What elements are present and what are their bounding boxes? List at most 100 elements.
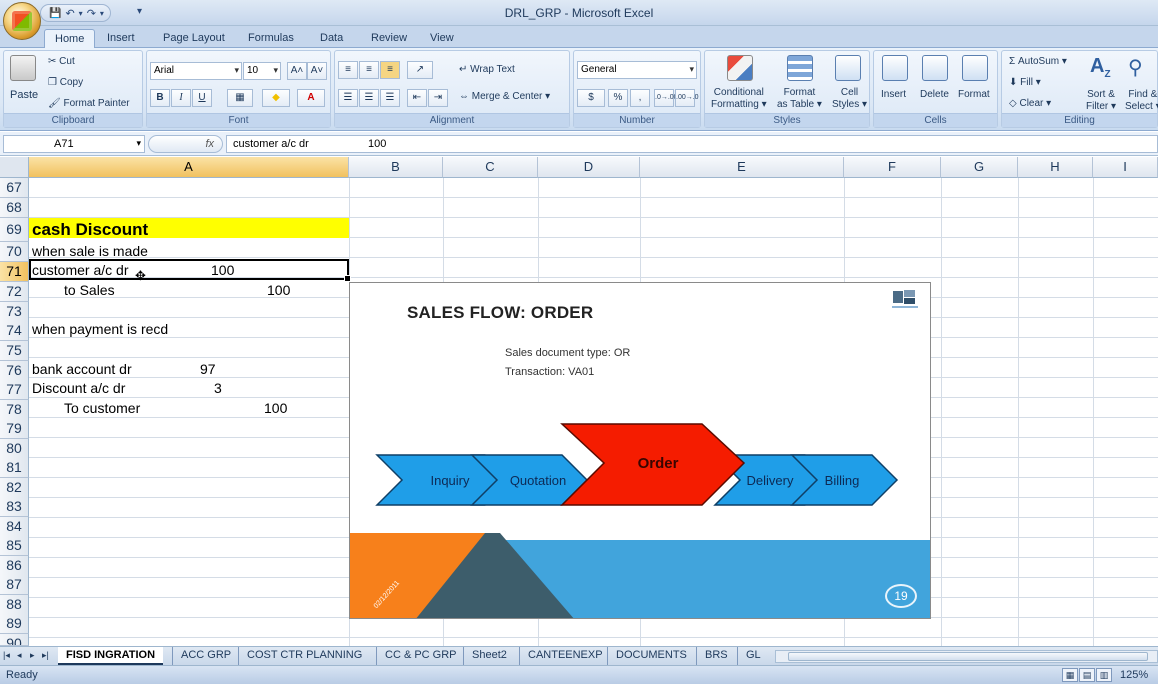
- paste-icon[interactable]: [10, 55, 36, 81]
- row-header[interactable]: 80: [0, 439, 29, 459]
- row-header[interactable]: 89: [0, 614, 29, 634]
- row-header[interactable]: 78: [0, 400, 29, 420]
- currency-button[interactable]: $: [577, 89, 605, 107]
- sort-filter-icon[interactable]: AZ: [1090, 55, 1111, 80]
- font-name-combo[interactable]: Arial: [150, 62, 242, 80]
- embedded-slide-image[interactable]: SALES FLOW: ORDER Sales document type: O…: [349, 282, 931, 619]
- first-sheet-icon[interactable]: |◂: [3, 650, 10, 661]
- align-right-icon[interactable]: ☰: [380, 89, 400, 107]
- cell-styles-button[interactable]: Cell Styles ▾: [832, 87, 867, 111]
- cut-button[interactable]: ✂ Cut: [48, 56, 75, 67]
- sheet-tab-gl[interactable]: GL: [737, 647, 769, 665]
- sort-filter-button[interactable]: Sort & Filter ▾: [1086, 89, 1116, 113]
- last-sheet-icon[interactable]: ▸|: [42, 650, 49, 661]
- bold-button[interactable]: B: [150, 89, 170, 107]
- row-header[interactable]: 69: [0, 218, 29, 242]
- tab-formulas[interactable]: Formulas: [238, 29, 304, 48]
- row-header[interactable]: 79: [0, 419, 29, 439]
- tab-insert[interactable]: Insert: [97, 29, 145, 48]
- decrease-indent-icon[interactable]: ⇤: [407, 89, 427, 107]
- row-header[interactable]: 85: [0, 536, 29, 556]
- row-header[interactable]: 68: [0, 198, 29, 218]
- format-as-table-button[interactable]: Format as Table ▾: [777, 87, 822, 111]
- align-top-icon[interactable]: ≡: [338, 61, 358, 79]
- zoom-level[interactable]: 125%: [1120, 669, 1148, 681]
- align-center-icon[interactable]: ☰: [359, 89, 379, 107]
- tab-home[interactable]: Home: [44, 29, 96, 48]
- prev-sheet-icon[interactable]: ◂: [17, 650, 22, 661]
- page-layout-view-icon[interactable]: ▤: [1079, 668, 1095, 682]
- page-break-view-icon[interactable]: ▥: [1096, 668, 1112, 682]
- scrollbar-thumb[interactable]: [788, 652, 1148, 661]
- comma-button[interactable]: ,: [630, 89, 650, 107]
- format-as-table-icon[interactable]: [787, 55, 813, 81]
- font-size-combo[interactable]: 10: [243, 62, 281, 80]
- row-header[interactable]: 77: [0, 380, 29, 400]
- insert-function-button[interactable]: fx: [148, 135, 223, 153]
- format-cells-icon[interactable]: [962, 55, 988, 81]
- font-color-button[interactable]: A: [297, 89, 325, 107]
- number-format-combo[interactable]: General: [577, 61, 697, 79]
- name-box[interactable]: A71: [3, 135, 145, 153]
- office-button[interactable]: [3, 2, 41, 40]
- row-header[interactable]: 71: [0, 262, 29, 282]
- row-header[interactable]: 88: [0, 595, 29, 615]
- tab-review[interactable]: Review: [361, 29, 417, 48]
- column-header-f[interactable]: F: [844, 157, 941, 178]
- binoculars-icon[interactable]: ⚲: [1128, 55, 1143, 80]
- row-header[interactable]: 73: [0, 302, 29, 322]
- cell-a69[interactable]: cash Discount: [32, 220, 148, 240]
- cell-a74[interactable]: when payment is recd: [32, 320, 168, 340]
- format-painter-button[interactable]: 🖌 Format Painter: [48, 98, 130, 109]
- insert-button[interactable]: Insert: [881, 89, 906, 100]
- borders-button[interactable]: ▦: [227, 89, 253, 107]
- row-header[interactable]: 75: [0, 341, 29, 361]
- row-header[interactable]: 83: [0, 497, 29, 517]
- sheet-tab-documents[interactable]: DOCUMENTS: [607, 647, 695, 665]
- row-header[interactable]: 84: [0, 517, 29, 537]
- delete-cells-icon[interactable]: [922, 55, 948, 81]
- formula-input[interactable]: customer a/c dr 100: [226, 135, 1158, 153]
- select-all-corner[interactable]: [0, 157, 29, 178]
- tab-view[interactable]: View: [420, 29, 464, 48]
- row-header[interactable]: 86: [0, 556, 29, 576]
- italic-button[interactable]: I: [171, 89, 191, 107]
- sheet-tab-cc-pc-grp[interactable]: CC & PC GRP: [376, 647, 465, 665]
- increase-decimal-button[interactable]: .0→.00: [654, 89, 678, 107]
- tab-data[interactable]: Data: [310, 29, 353, 48]
- column-header-e[interactable]: E: [640, 157, 844, 178]
- underline-button[interactable]: U: [192, 89, 212, 107]
- row-header[interactable]: 82: [0, 478, 29, 498]
- conditional-formatting-button[interactable]: Conditional Formatting ▾: [711, 87, 767, 111]
- column-header-c[interactable]: C: [443, 157, 538, 178]
- cell-styles-icon[interactable]: [835, 55, 861, 81]
- sheet-tab-sheet2[interactable]: Sheet2: [463, 647, 515, 665]
- row-header[interactable]: 87: [0, 575, 29, 595]
- horizontal-scrollbar[interactable]: [775, 650, 1158, 663]
- increase-indent-icon[interactable]: ⇥: [428, 89, 448, 107]
- fill-button[interactable]: ⬇ Fill ▾: [1009, 77, 1041, 88]
- row-header[interactable]: 70: [0, 242, 29, 262]
- sheet-tab-fisd-ingration[interactable]: FISD INGRATION: [58, 647, 164, 665]
- cell-a72-text[interactable]: to Sales: [64, 281, 115, 301]
- column-header-b[interactable]: B: [349, 157, 443, 178]
- row-header[interactable]: 67: [0, 178, 29, 198]
- sheet-tab-canteenexp[interactable]: CANTEENEXP: [519, 647, 611, 665]
- delete-button[interactable]: Delete: [920, 89, 949, 100]
- sheet-tab-brs[interactable]: BRS: [696, 647, 736, 665]
- merge-center-button[interactable]: ⇔ Merge & Center ▾: [459, 91, 550, 102]
- align-bottom-icon[interactable]: ≡: [380, 61, 400, 79]
- cell-a77-text[interactable]: Discount a/c dr: [32, 379, 125, 399]
- row-header[interactable]: 81: [0, 458, 29, 478]
- sheet-tab-cost-ctr-planning[interactable]: COST CTR PLANNING: [238, 647, 370, 665]
- column-header-g[interactable]: G: [941, 157, 1018, 178]
- paste-button[interactable]: Paste: [10, 89, 38, 101]
- decrease-decimal-button[interactable]: .00→.0: [675, 89, 699, 107]
- fill-color-button[interactable]: ◆: [262, 89, 290, 107]
- column-header-i[interactable]: I: [1093, 157, 1158, 178]
- clear-button[interactable]: ◇ Clear ▾: [1009, 98, 1051, 109]
- cell-a76-text[interactable]: bank account dr: [32, 360, 132, 380]
- row-header[interactable]: 74: [0, 321, 29, 341]
- column-header-h[interactable]: H: [1018, 157, 1093, 178]
- wrap-text-button[interactable]: ↵ Wrap Text: [459, 64, 515, 75]
